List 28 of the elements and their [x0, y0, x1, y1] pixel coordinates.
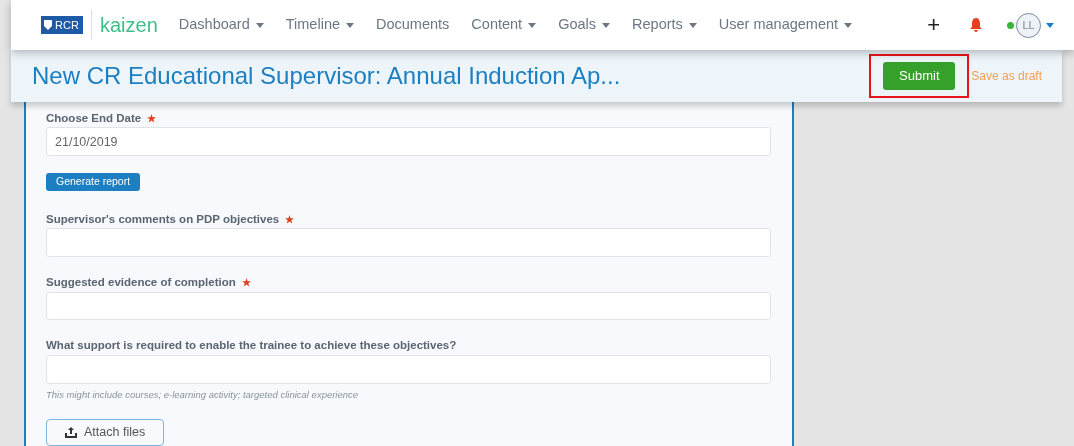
field-label: Supervisor's comments on PDP objectives — [46, 212, 280, 228]
text-field[interactable] — [46, 291, 771, 321]
upload-icon — [65, 426, 77, 438]
add-button[interactable]: + — [927, 14, 940, 36]
submit-button[interactable]: Submit — [883, 62, 956, 90]
nav-item[interactable]: Reports — [621, 14, 708, 36]
user-avatar[interactable]: LL — [1016, 12, 1041, 38]
nav-item[interactable]: User management — [707, 14, 864, 36]
field-hint: This might include courses; e-learning activity; targeted clinical experience — [46, 387, 360, 402]
field-label: Choose End Date — [46, 111, 142, 126]
logo-text: RCR — [55, 19, 79, 31]
caret-icon[interactable] — [1046, 22, 1054, 28]
nav-item[interactable]: Documents — [365, 14, 461, 36]
text-field[interactable]: 21/10/2019 — [46, 127, 771, 157]
nav-item[interactable]: Content — [460, 14, 548, 36]
page-title: New CR Educational Supervisor: Annual Induction Ap... — [32, 61, 621, 91]
nav-item[interactable]: Goals — [547, 14, 622, 36]
nav-item[interactable]: Timeline — [274, 14, 365, 36]
text-field[interactable] — [46, 228, 771, 258]
nav-item[interactable]: Dashboard — [167, 14, 275, 36]
field-label: Suggested evidence of completion — [46, 275, 236, 291]
college-logo[interactable]: RCR — [41, 16, 83, 34]
crest-icon — [43, 19, 53, 31]
text-field[interactable] — [46, 354, 771, 384]
bell-icon[interactable] — [970, 18, 982, 32]
generate-report-button[interactable]: Generate report — [46, 173, 141, 192]
field-label: What support is required to enable the trainee to achieve these objectives? — [46, 338, 457, 354]
attach-files-button[interactable]: Attach files — [46, 418, 165, 446]
